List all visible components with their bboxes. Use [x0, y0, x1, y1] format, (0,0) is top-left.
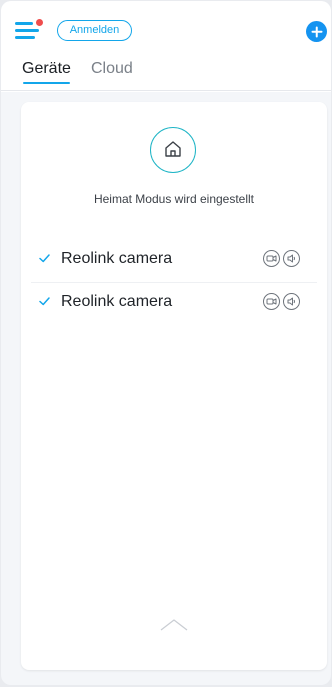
device-row[interactable]: Reolink camera [31, 240, 317, 282]
camera-icon[interactable] [263, 250, 280, 267]
speaker-icon[interactable] [283, 250, 300, 267]
device-name: Reolink camera [61, 250, 173, 267]
menu-button[interactable] [15, 19, 43, 42]
check-icon [39, 297, 50, 306]
speaker-icon[interactable] [283, 293, 300, 310]
device-card: Heimat Modus wird eingestellt Reolink ca… [21, 102, 327, 670]
home-mode-button[interactable] [150, 127, 196, 173]
camera-icon[interactable] [263, 293, 280, 310]
mode-status-text: Heimat Modus wird eingestellt [93, 192, 255, 206]
home-icon [165, 141, 181, 157]
login-button[interactable]: Anmelden [57, 20, 132, 41]
check-icon [39, 254, 50, 263]
device-name: Reolink camera [61, 293, 173, 310]
app-screen: Anmelden Geräte Cloud Heimat Modus wird … [1, 1, 331, 685]
top-bar: Anmelden [1, 1, 331, 61]
menu-icon-line [15, 36, 35, 39]
tab-cloud[interactable]: Cloud [91, 60, 133, 78]
menu-icon-line [15, 22, 33, 25]
chevron-up-icon[interactable] [159, 618, 189, 632]
active-tab-indicator [23, 82, 70, 84]
add-device-button[interactable] [306, 21, 327, 42]
tab-bar: Geräte Cloud [1, 56, 331, 92]
divider [1, 90, 331, 91]
device-row[interactable]: Reolink camera [31, 282, 317, 325]
menu-icon-line [15, 29, 39, 32]
notification-dot [36, 19, 43, 26]
tab-devices[interactable]: Geräte [22, 60, 71, 78]
